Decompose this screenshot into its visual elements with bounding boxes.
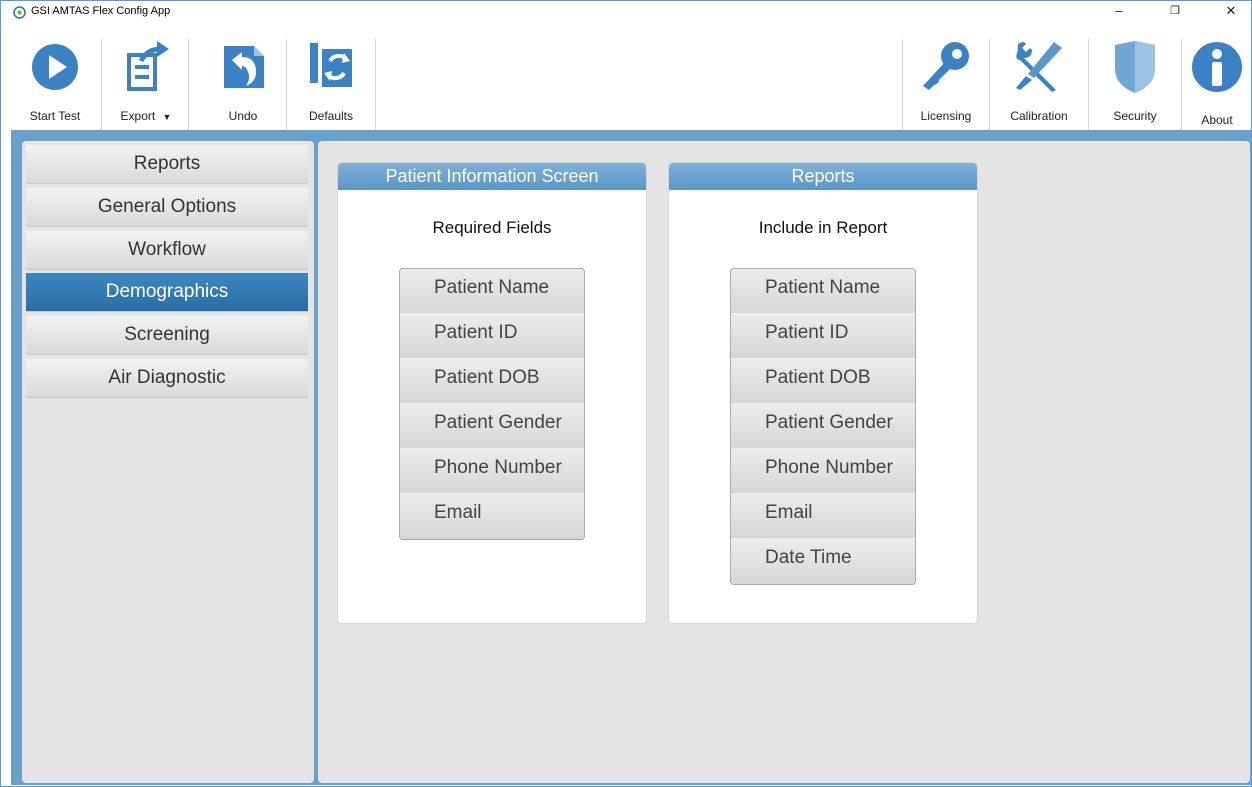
toolbar-separator: [188, 39, 189, 131]
undo-button[interactable]: Undo: [201, 37, 285, 129]
field-toggle-phone-number[interactable]: Phone Number: [400, 449, 584, 494]
content-panel: Patient Information Screen Required Fiel…: [318, 141, 1250, 783]
field-toggle-patient-name[interactable]: Patient Name: [400, 269, 584, 314]
about-label: About: [1201, 113, 1233, 127]
play-icon: [27, 37, 83, 97]
field-toggle-patient-gender[interactable]: Patient Gender: [400, 404, 584, 449]
report-toggle-date-time[interactable]: Date Time: [731, 539, 915, 584]
toolbar-separator: [1088, 39, 1089, 131]
licensing-button[interactable]: Licensing: [909, 37, 983, 129]
main-area: Reports General Options Workflow Demogra…: [11, 130, 1251, 785]
reports-card: Reports Include in Report Patient Name P…: [668, 162, 978, 624]
start-test-label: Start Test: [29, 109, 81, 123]
report-toggle-patient-gender[interactable]: Patient Gender: [731, 404, 915, 449]
undo-icon: [215, 37, 271, 97]
restore-button[interactable]: ❐: [1158, 1, 1192, 23]
minimize-button[interactable]: –: [1102, 1, 1136, 23]
info-icon: [1189, 37, 1245, 97]
toolbar-separator: [902, 39, 903, 131]
start-test-button[interactable]: Start Test: [15, 37, 95, 129]
app-window: GSI AMTAS Flex Config App – ❐ ✕ Start Te…: [0, 0, 1252, 787]
toolbar-separator: [375, 39, 376, 131]
patient-info-header: Patient Information Screen: [338, 163, 646, 190]
report-toggle-patient-name[interactable]: Patient Name: [731, 269, 915, 314]
app-logo-icon: [13, 6, 26, 19]
sidebar-item-screening[interactable]: Screening: [26, 316, 308, 355]
sidebar-item-air-diagnostic[interactable]: Air Diagnostic: [26, 359, 308, 398]
report-toggle-email[interactable]: Email: [731, 494, 915, 539]
required-fields-list: Patient Name Patient ID Patient DOB Pati…: [399, 268, 585, 540]
toolbar: Start Test Export ▼ Undo Defaults Licens…: [1, 23, 1251, 131]
licensing-label: Licensing: [920, 109, 972, 123]
report-toggle-patient-id[interactable]: Patient ID: [731, 314, 915, 359]
report-fields-list: Patient Name Patient ID Patient DOB Pati…: [730, 268, 916, 585]
export-icon: [118, 37, 174, 97]
calibration-button[interactable]: Calibration: [995, 37, 1083, 129]
toolbar-separator: [989, 39, 990, 131]
defaults-button[interactable]: Defaults: [293, 37, 369, 129]
sidebar-item-demographics[interactable]: Demographics: [26, 273, 308, 312]
field-toggle-patient-dob[interactable]: Patient DOB: [400, 359, 584, 404]
security-label: Security: [1113, 109, 1157, 123]
about-button[interactable]: About: [1189, 37, 1245, 129]
field-toggle-email[interactable]: Email: [400, 494, 584, 539]
tools-icon: [1011, 37, 1067, 97]
key-icon: [918, 37, 974, 97]
export-button[interactable]: Export ▼: [107, 37, 185, 129]
sidebar-item-general-options[interactable]: General Options: [26, 188, 308, 227]
sidebar: Reports General Options Workflow Demogra…: [22, 141, 314, 783]
field-toggle-patient-id[interactable]: Patient ID: [400, 314, 584, 359]
dropdown-arrow-icon: ▼: [162, 112, 172, 122]
reports-header: Reports: [669, 163, 977, 190]
sidebar-item-reports[interactable]: Reports: [26, 145, 308, 184]
window-title: GSI AMTAS Flex Config App: [31, 5, 171, 17]
report-toggle-patient-dob[interactable]: Patient DOB: [731, 359, 915, 404]
toolbar-separator: [1181, 39, 1182, 131]
undo-label: Undo: [228, 109, 258, 123]
calibration-label: Calibration: [1010, 109, 1068, 123]
toolbar-separator: [286, 39, 287, 131]
sidebar-item-workflow[interactable]: Workflow: [26, 231, 308, 270]
shield-icon: [1107, 37, 1163, 97]
title-bar: GSI AMTAS Flex Config App – ❐ ✕: [1, 1, 1251, 23]
toolbar-separator: [101, 39, 102, 131]
patient-info-card: Patient Information Screen Required Fiel…: [337, 162, 647, 624]
defaults-label: Defaults: [308, 109, 354, 123]
include-in-report-label: Include in Report: [758, 218, 888, 237]
required-fields-label: Required Fields: [432, 218, 552, 237]
defaults-icon: [303, 37, 359, 97]
export-label: Export: [120, 109, 156, 123]
close-button[interactable]: ✕: [1214, 1, 1248, 23]
report-toggle-phone-number[interactable]: Phone Number: [731, 449, 915, 494]
security-button[interactable]: Security: [1095, 37, 1175, 129]
